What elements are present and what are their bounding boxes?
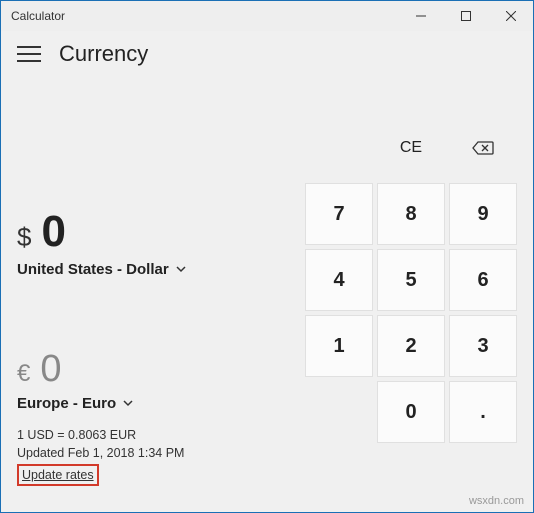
keypad: CE 7 8 9 4 5 6 1 2 3 0 . bbox=[305, 71, 517, 492]
key-2[interactable]: 2 bbox=[377, 315, 445, 377]
to-symbol: € bbox=[17, 360, 30, 388]
key-backspace[interactable] bbox=[449, 117, 517, 179]
from-currency-select[interactable]: United States - Dollar bbox=[17, 261, 287, 278]
to-value: 0 bbox=[40, 348, 61, 391]
from-value-row[interactable]: $ 0 bbox=[17, 207, 287, 257]
watermark: wsxdn.com bbox=[469, 495, 524, 507]
key-3[interactable]: 3 bbox=[449, 315, 517, 377]
key-dot[interactable]: . bbox=[449, 381, 517, 443]
key-0[interactable]: 0 bbox=[377, 381, 445, 443]
main-area: $ 0 United States - Dollar € 0 Europe - … bbox=[1, 71, 533, 504]
key-4[interactable]: 4 bbox=[305, 249, 373, 311]
key-8[interactable]: 8 bbox=[377, 183, 445, 245]
from-value: 0 bbox=[41, 207, 65, 257]
to-value-row[interactable]: € 0 bbox=[17, 348, 287, 391]
header: Currency bbox=[1, 31, 533, 71]
window-title: Calculator bbox=[1, 9, 398, 23]
from-currency-label: United States - Dollar bbox=[17, 261, 169, 278]
key-7[interactable]: 7 bbox=[305, 183, 373, 245]
from-block: $ 0 United States - Dollar bbox=[17, 207, 287, 278]
menu-icon[interactable] bbox=[17, 42, 41, 66]
key-6[interactable]: 6 bbox=[449, 249, 517, 311]
rate-info: 1 USD = 0.8063 EUR Updated Feb 1, 2018 1… bbox=[17, 426, 287, 486]
to-currency-label: Europe - Euro bbox=[17, 395, 116, 412]
rate-updated: Updated Feb 1, 2018 1:34 PM bbox=[17, 444, 287, 462]
key-1[interactable]: 1 bbox=[305, 315, 373, 377]
conversion-panel: $ 0 United States - Dollar € 0 Europe - … bbox=[17, 71, 305, 492]
close-button[interactable] bbox=[488, 1, 533, 31]
rate-line: 1 USD = 0.8063 EUR bbox=[17, 426, 287, 444]
update-rates-link[interactable]: Update rates bbox=[17, 464, 99, 486]
chevron-down-icon bbox=[175, 263, 187, 275]
to-block: € 0 Europe - Euro bbox=[17, 348, 287, 412]
titlebar: Calculator bbox=[1, 1, 533, 31]
backspace-icon bbox=[472, 141, 494, 155]
mode-title: Currency bbox=[59, 41, 148, 67]
key-9[interactable]: 9 bbox=[449, 183, 517, 245]
chevron-down-icon bbox=[122, 397, 134, 409]
from-symbol: $ bbox=[17, 222, 31, 253]
key-ce[interactable]: CE bbox=[377, 117, 445, 179]
minimize-button[interactable] bbox=[398, 1, 443, 31]
to-currency-select[interactable]: Europe - Euro bbox=[17, 395, 287, 412]
key-5[interactable]: 5 bbox=[377, 249, 445, 311]
maximize-button[interactable] bbox=[443, 1, 488, 31]
